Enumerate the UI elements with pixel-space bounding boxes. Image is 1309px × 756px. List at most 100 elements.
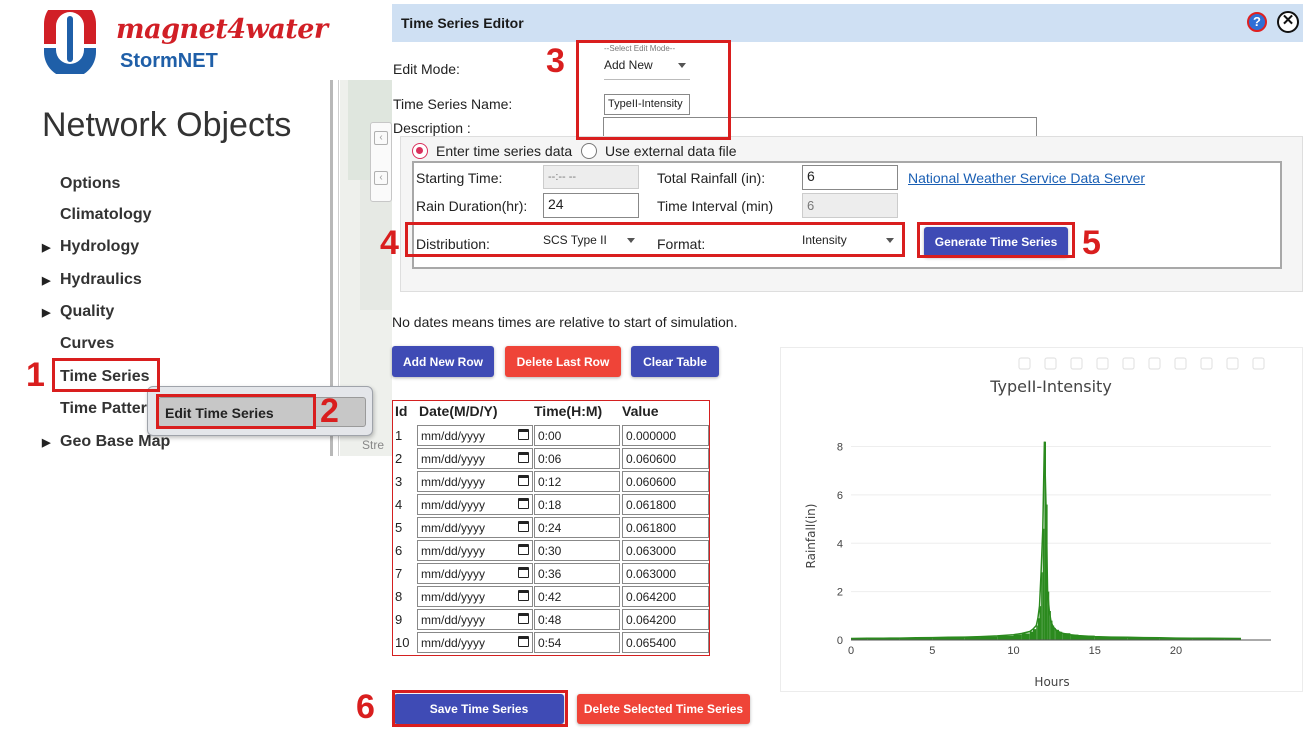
date-input[interactable]: mm/dd/yyyy <box>417 609 533 630</box>
time-input[interactable]: 0:48 <box>534 609 620 630</box>
description-input[interactable] <box>603 117 1037 138</box>
starting-time-input[interactable]: --:-- -- <box>543 165 639 189</box>
chart-toolbar-icon[interactable] <box>1252 357 1265 370</box>
clear-table-button[interactable]: Clear Table <box>631 346 719 377</box>
row-id: 10 <box>395 635 410 650</box>
date-input[interactable]: mm/dd/yyyy <box>417 471 533 492</box>
row-id: 8 <box>395 589 403 604</box>
time-input[interactable]: 0:54 <box>534 632 620 653</box>
date-input[interactable]: mm/dd/yyyy <box>417 586 533 607</box>
date-input[interactable]: mm/dd/yyyy <box>417 540 533 561</box>
nav-item-hydrology[interactable]: ▶ Hydrology <box>42 238 139 256</box>
chart-toolbar-icon[interactable] <box>1200 357 1213 370</box>
value-input[interactable]: 0.063000 <box>622 540 709 561</box>
x-tick-label: 20 <box>1170 645 1182 657</box>
chart-toolbar-icon[interactable] <box>1148 357 1161 370</box>
calendar-icon[interactable] <box>518 475 529 486</box>
value-input[interactable]: 0.065400 <box>622 632 709 653</box>
zoom-out-icon[interactable]: ‹ <box>374 171 388 185</box>
nav-item-curves[interactable]: Curves <box>60 335 114 353</box>
map-zoom-control[interactable]: ‹ ‹ <box>370 122 392 202</box>
date-input[interactable]: mm/dd/yyyy <box>417 448 533 469</box>
description-label: Description : <box>393 120 471 136</box>
chart-toolbar-icon[interactable] <box>1122 357 1135 370</box>
value-input[interactable]: 0.061800 <box>622 494 709 515</box>
time-input[interactable]: 0:36 <box>534 563 620 584</box>
time-input[interactable]: 0:42 <box>534 586 620 607</box>
dropdown-arrow-icon <box>627 238 635 243</box>
time-input[interactable]: 0:18 <box>534 494 620 515</box>
callout-number-4: 4 <box>380 224 399 262</box>
calendar-icon[interactable] <box>518 429 529 440</box>
delete-selected-time-series-button[interactable]: Delete Selected Time Series <box>577 694 750 724</box>
calendar-icon[interactable] <box>518 544 529 555</box>
expand-caret-icon[interactable]: ▶ <box>42 241 52 254</box>
value-input[interactable]: 0.061800 <box>622 517 709 538</box>
time-input[interactable]: 0:00 <box>534 425 620 446</box>
generate-time-series-button[interactable]: Generate Time Series <box>924 227 1068 257</box>
format-select[interactable]: Intensity <box>802 233 898 255</box>
value-input[interactable]: 0.064200 <box>622 609 709 630</box>
save-time-series-button[interactable]: Save Time Series <box>394 694 564 724</box>
calendar-icon[interactable] <box>518 498 529 509</box>
calendar-icon[interactable] <box>518 567 529 578</box>
calendar-icon[interactable] <box>518 452 529 463</box>
value-input[interactable]: 0.060600 <box>622 448 709 469</box>
date-input[interactable]: mm/dd/yyyy <box>417 494 533 515</box>
date-input[interactable]: mm/dd/yyyy <box>417 563 533 584</box>
chart-toolbar-icon[interactable] <box>1226 357 1239 370</box>
calendar-icon[interactable] <box>518 590 529 601</box>
chart-toolbar-icon[interactable] <box>1044 357 1057 370</box>
rain-duration-input[interactable]: 24 <box>543 193 639 218</box>
nav-item-time-patterns[interactable]: Time Patter <box>60 400 147 418</box>
nav-item-climatology[interactable]: Climatology <box>60 206 152 224</box>
calendar-icon[interactable] <box>518 521 529 532</box>
y-tick-label: 0 <box>837 635 843 647</box>
total-rainfall-input[interactable]: 6 <box>802 165 898 190</box>
expand-caret-icon[interactable]: ▶ <box>42 306 52 319</box>
nav-item-time-series[interactable]: Time Series <box>60 368 150 386</box>
close-icon[interactable]: ✕ <box>1277 11 1299 33</box>
value-input[interactable]: 0.064200 <box>622 586 709 607</box>
add-new-row-button[interactable]: Add New Row <box>392 346 494 377</box>
date-input[interactable]: mm/dd/yyyy <box>417 425 533 446</box>
y-tick-label: 6 <box>837 490 843 502</box>
nav-item-quality[interactable]: ▶ Quality <box>42 303 114 321</box>
value-input[interactable]: 0.000000 <box>622 425 709 446</box>
value-input[interactable] <box>622 655 709 656</box>
date-input[interactable] <box>417 655 533 656</box>
time-input[interactable]: 0:06 <box>534 448 620 469</box>
value-input[interactable]: 0.060600 <box>622 471 709 492</box>
expand-caret-icon[interactable]: ▶ <box>42 274 52 287</box>
time-input[interactable]: 0:24 <box>534 517 620 538</box>
time-input[interactable]: 0:30 <box>534 540 620 561</box>
edit-mode-select[interactable]: Add New <box>604 58 690 80</box>
zoom-in-icon[interactable]: ‹ <box>374 131 388 145</box>
distribution-select[interactable]: SCS Type II <box>543 233 639 255</box>
calendar-icon[interactable] <box>518 636 529 647</box>
rainfall-generator-box: Starting Time: --:-- -- Total Rainfall (… <box>412 161 1282 269</box>
series-bar <box>1029 631 1033 640</box>
chart-toolbar-icon[interactable] <box>1096 357 1109 370</box>
value-input[interactable]: 0.063000 <box>622 563 709 584</box>
delete-last-row-button[interactable]: Delete Last Row <box>505 346 621 377</box>
nav-item-options[interactable]: Options <box>60 175 120 193</box>
calendar-icon[interactable] <box>518 613 529 624</box>
radio-external-file-label[interactable]: Use external data file <box>605 143 737 159</box>
series-name-input[interactable]: TypeII-Intensity <box>604 94 690 115</box>
date-input[interactable]: mm/dd/yyyy <box>417 517 533 538</box>
chart-toolbar-icon[interactable] <box>1018 357 1031 370</box>
expand-caret-icon[interactable]: ▶ <box>42 436 52 449</box>
radio-external-file[interactable] <box>581 143 597 159</box>
time-input[interactable] <box>534 655 620 656</box>
nav-item-hydraulics[interactable]: ▶ Hydraulics <box>42 271 142 289</box>
help-icon[interactable]: ? <box>1247 12 1267 32</box>
radio-enter-data-label[interactable]: Enter time series data <box>436 143 572 159</box>
chart-toolbar-icon[interactable] <box>1070 357 1083 370</box>
chart-toolbar-icon[interactable] <box>1174 357 1187 370</box>
date-input[interactable]: mm/dd/yyyy <box>417 632 533 653</box>
nws-data-server-link[interactable]: National Weather Service Data Server <box>908 170 1145 186</box>
radio-enter-data[interactable] <box>412 143 428 159</box>
time-input[interactable]: 0:12 <box>534 471 620 492</box>
table-row: 1 mm/dd/yyyy 0:00 0.000000 <box>393 424 709 447</box>
